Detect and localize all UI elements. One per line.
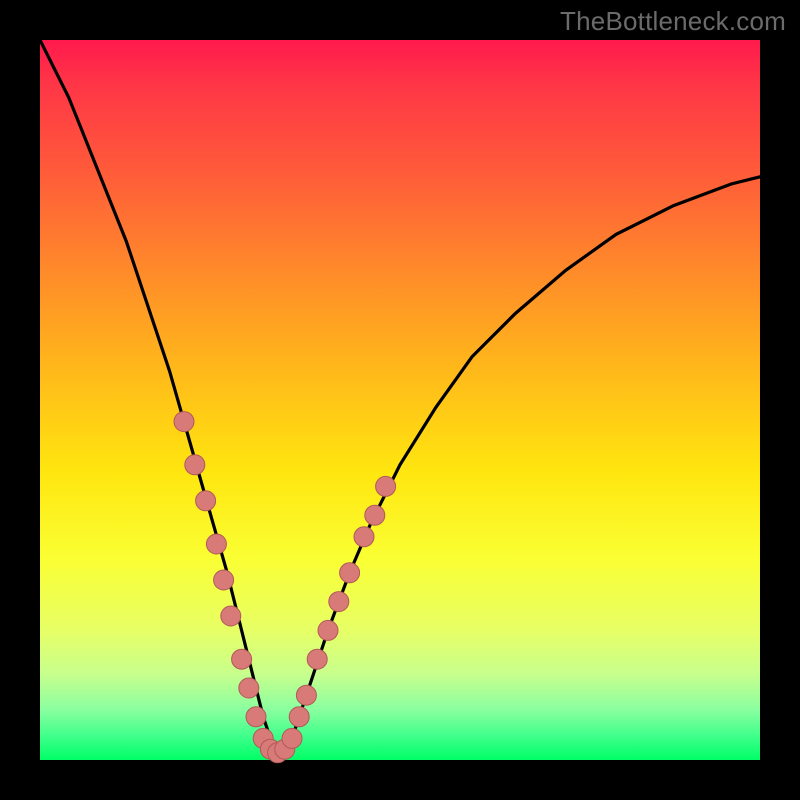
dot: [296, 685, 316, 705]
watermark-text: TheBottleneck.com: [560, 6, 786, 37]
dot: [196, 491, 216, 511]
dot: [246, 707, 266, 727]
plot-area: [40, 40, 760, 760]
dot: [239, 678, 259, 698]
dot: [318, 620, 338, 640]
dot: [232, 649, 252, 669]
dot: [376, 476, 396, 496]
dot: [365, 505, 385, 525]
dot: [221, 606, 241, 626]
dot: [289, 707, 309, 727]
highlight-dots: [174, 412, 396, 763]
dot: [282, 728, 302, 748]
dot: [307, 649, 327, 669]
dot: [329, 592, 349, 612]
dot: [214, 570, 234, 590]
chart-frame: TheBottleneck.com: [0, 0, 800, 800]
dot: [206, 534, 226, 554]
dot: [185, 455, 205, 475]
curve-svg: [40, 40, 760, 760]
dot: [354, 527, 374, 547]
bottleneck-curve: [40, 40, 760, 753]
dot: [174, 412, 194, 432]
dot: [340, 563, 360, 583]
